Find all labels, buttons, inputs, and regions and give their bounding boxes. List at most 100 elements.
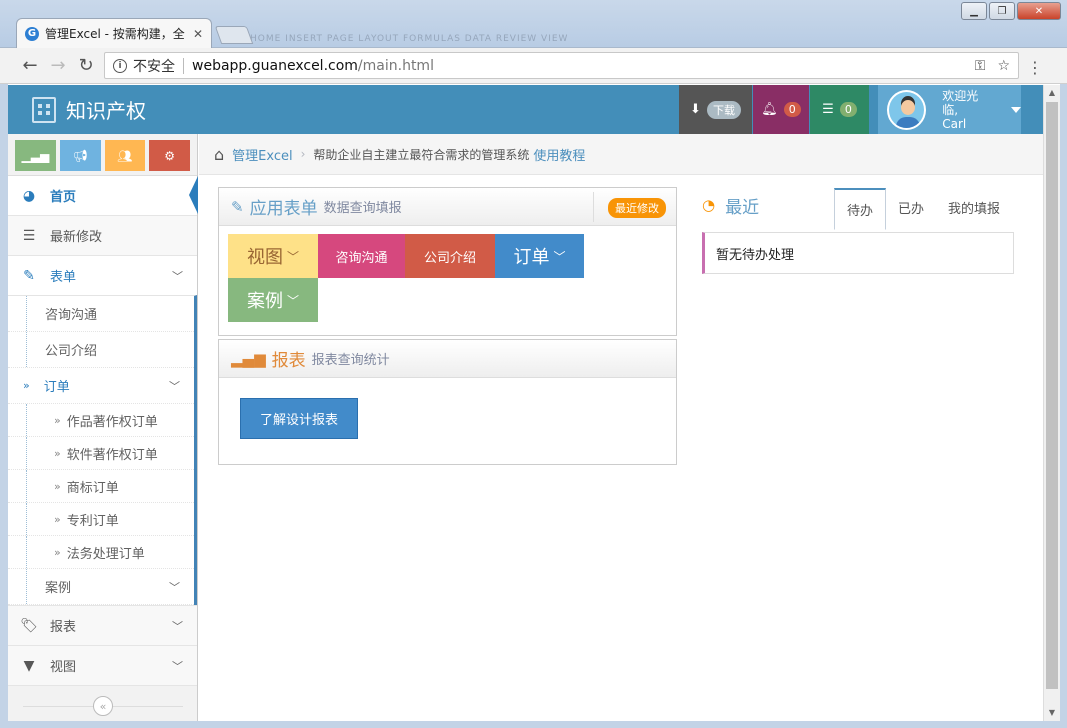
submenu-label: 软件著作权订单 (66, 447, 158, 463)
tab-my-submissions[interactable]: 我的填报 (936, 188, 1012, 230)
breadcrumb-description: 帮助企业自主建立最符合需求的管理系统 (313, 147, 530, 162)
forms-widget-header: ✎ 应用表单 数据查询填报 最近修改 (219, 188, 676, 226)
new-tab-button[interactable] (214, 26, 254, 44)
tab-todo[interactable]: 待办 (833, 188, 886, 230)
double-angle-icon: » (54, 413, 61, 427)
bell-icon: 🔔︎ (761, 102, 778, 117)
key-icon[interactable]: ⚿ (975, 58, 986, 74)
tile-company[interactable]: 公司介绍 (405, 234, 495, 278)
user-menu[interactable]: 欢迎光临, Carl (878, 85, 1021, 134)
reports-widget-body: 了解设计报表 (219, 378, 676, 464)
submenu-label: 法务处理订单 (66, 546, 145, 562)
building-icon (32, 96, 56, 123)
tile-views[interactable]: 视图 ﹀ (228, 234, 318, 278)
home-icon[interactable]: ⌂ (214, 145, 224, 164)
users-shortcut-button[interactable]: 👥︎ (104, 140, 146, 171)
recent-panel-title: 最近 (725, 197, 760, 218)
list-icon: ☰ (22, 227, 36, 244)
learn-report-design-button[interactable]: 了解设计报表 (240, 398, 358, 439)
reload-icon[interactable]: ↻ (72, 55, 100, 76)
scroll-up-icon[interactable]: ▲ (1044, 85, 1060, 101)
tasks-button[interactable]: ☰ 0 (810, 85, 869, 134)
brand[interactable]: 知识产权 (32, 85, 146, 134)
window-frame-right (1060, 84, 1067, 728)
browser-tab[interactable]: G 管理Excel - 按需构建，全 ✕ (16, 18, 212, 48)
page-scrollbar[interactable]: ▲ ▼ (1043, 85, 1060, 721)
maximize-button[interactable]: ❐ (989, 2, 1015, 20)
sidebar-item-label: 报表 (50, 620, 77, 635)
scroll-thumb[interactable] (1046, 102, 1058, 689)
bar-chart-icon: ▂▄▆ (231, 349, 266, 368)
tile-orders[interactable]: 订单 ﹀ (495, 234, 584, 278)
sidebar-item-recent-changes[interactable]: ☰ 最新修改 (8, 216, 197, 255)
sidebar-nav: ◕ 首页 ☰ 最新修改 ✎ 表单 ﹀ 咨询沟通 公司介绍 » 订单 ﹀ » 作品… (8, 176, 198, 686)
window-close-button[interactable]: ✕ (1017, 2, 1061, 20)
address-bar[interactable]: i 不安全 webapp.guanexcel.com/main.html ⚿ ☆ (104, 52, 1019, 79)
tile-label: 视图 (246, 247, 283, 268)
chart-shortcut-button[interactable]: ▁▃▅ (15, 140, 56, 171)
settings-shortcut-button[interactable]: ⚙ (149, 140, 190, 171)
tab-close-icon[interactable]: ✕ (193, 27, 203, 41)
sidebar-item-forms[interactable]: ✎ 表单 ﹀ (8, 256, 197, 295)
reports-widget-header: ▂▄▆ 报表 报表查询统计 (219, 340, 676, 378)
reports-widget-subtitle: 报表查询统计 (311, 353, 390, 368)
submenu-item-consult[interactable]: 咨询沟通 (8, 296, 194, 332)
url-host: webapp.guanexcel.com (192, 57, 358, 74)
back-icon[interactable]: ← (16, 55, 44, 76)
order-item-patent[interactable]: » 专利订单 (8, 503, 194, 536)
tile-consult[interactable]: 咨询沟通 (318, 234, 405, 278)
forms-submenu: 咨询沟通 公司介绍 » 订单 ﹀ » 作品著作权订单 » 软件著作权订单 » 商标订单… (8, 295, 197, 605)
header-divider (593, 192, 594, 222)
sidebar-item-views[interactable]: ▼ 视图 ﹀ (8, 646, 197, 685)
bullhorn-icon: 📢︎ (72, 148, 88, 163)
submenu-label: 咨询沟通 (45, 308, 98, 323)
collapse-icon[interactable]: « (93, 696, 113, 716)
tab-done[interactable]: 已办 (886, 188, 936, 230)
top-navbar: 知识产权 ⬇ 下载 🔔︎ 0 ☰ 0 欢迎光临, Carl (8, 85, 1043, 134)
forward-icon[interactable]: → (44, 55, 72, 76)
order-item-legal[interactable]: » 法务处理订单 (8, 536, 194, 569)
bullhorn-shortcut-button[interactable]: 📢︎ (59, 140, 101, 171)
submenu-label: 公司介绍 (45, 344, 98, 359)
user-greeting: 欢迎光临, Carl (942, 89, 993, 131)
notifications-badge: 0 (783, 102, 801, 117)
breadcrumb-home-link[interactable]: 管理Excel (232, 145, 292, 164)
sidebar-item-label: 表单 (50, 270, 77, 285)
app-viewport: 知识产权 ⬇ 下载 🔔︎ 0 ☰ 0 欢迎光临, Carl ▁▃▅ 📢︎ 👥︎ (8, 85, 1043, 721)
submenu-item-orders[interactable]: » 订单 ﹀ (8, 368, 194, 404)
minimize-button[interactable]: ▁ (961, 2, 987, 20)
scroll-down-icon[interactable]: ▼ (1044, 705, 1060, 721)
tutorial-link[interactable]: 使用教程 (533, 145, 585, 164)
submenu-label: 专利订单 (66, 513, 119, 529)
recent-changes-badge[interactable]: 最近修改 (608, 198, 666, 218)
recent-panel: ◔ 最近 待办 已办 我的填报 暂无待办处理 (702, 186, 1014, 274)
submenu-item-company[interactable]: 公司介绍 (8, 332, 194, 368)
welcome-text: 欢迎光临, (942, 88, 979, 117)
order-item-software-copyright[interactable]: » 软件著作权订单 (8, 437, 194, 470)
edit-icon: ✎ (231, 197, 244, 216)
double-angle-icon: » (54, 446, 61, 460)
browser-menu-icon[interactable]: ⋮ (1027, 58, 1043, 77)
order-item-trademark[interactable]: » 商标订单 (8, 470, 194, 503)
tile-label: 订单 (513, 247, 550, 268)
notifications-button[interactable]: 🔔︎ 0 (753, 85, 809, 134)
download-button[interactable]: ⬇ 下载 (679, 85, 752, 134)
forms-widget-subtitle: 数据查询填报 (323, 201, 402, 216)
sidebar-item-home[interactable]: ◕ 首页 (8, 176, 198, 215)
sidebar-item-reports[interactable]: 🏷︎ 报表 ﹀ (8, 606, 197, 645)
forms-widget: ✎ 应用表单 数据查询填报 最近修改 视图 ﹀ 咨询沟通 公司介绍 订单 ﹀ 案例 ﹀ (218, 187, 677, 336)
download-label: 下载 (706, 100, 741, 119)
order-item-works-copyright[interactable]: » 作品著作权订单 (8, 404, 194, 437)
sidebar: ▁▃▅ 📢︎ 👥︎ ⚙ ◕ 首页 ☰ 最新修改 ✎ 表单 ﹀ 咨询沟通 公司介绍… (8, 134, 198, 721)
tile-label: 咨询沟通 (335, 250, 388, 266)
submenu-label: 订单 (43, 380, 70, 395)
submenu-item-cases[interactable]: 案例 ﹀ (8, 569, 194, 605)
tile-cases[interactable]: 案例 ﹀ (228, 278, 318, 322)
tab-title: 管理Excel - 按需构建，全 (45, 27, 185, 41)
window-controls: ▁ ❐ ✕ (961, 2, 1061, 20)
filter-icon: ▼ (23, 657, 35, 674)
brand-title: 知识产权 (66, 99, 146, 123)
todo-empty-message: 暂无待办处理 (702, 232, 1014, 274)
info-icon[interactable]: i (113, 58, 127, 73)
star-icon[interactable]: ☆ (997, 58, 1010, 74)
